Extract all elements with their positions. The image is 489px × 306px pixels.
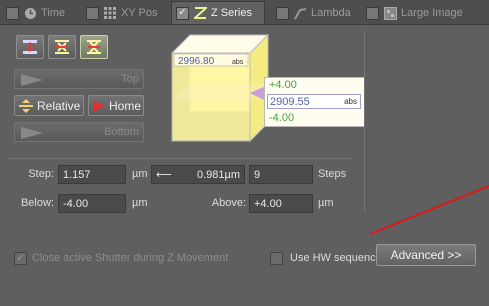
tab-xy-pos-label: XY Pos (121, 7, 158, 19)
relative-button-label: Relative (37, 98, 81, 113)
step-unit: µm (132, 168, 148, 180)
tab-lambda-checkbox[interactable] (276, 6, 289, 20)
step-input[interactable]: 1.157 (58, 165, 126, 184)
current-position-unit: abs (344, 97, 357, 106)
tab-z-series-label: Z Series (211, 7, 252, 19)
clock-icon (23, 6, 37, 20)
above-input[interactable]: +4.00 (249, 194, 313, 213)
hw-sequencer-label: Use HW sequencer (290, 252, 386, 264)
tab-lambda[interactable]: Lambda (272, 3, 356, 23)
below-label: Below: (20, 197, 54, 209)
set-top-label: Top (121, 73, 139, 85)
home-button-label: Home (109, 98, 142, 113)
tab-time[interactable]: Time (2, 3, 76, 23)
z-series-panel: Top Relative Home Bottom 2996.80 abs +4.… (0, 24, 489, 306)
step-label: Step: (28, 168, 54, 180)
computed-step: 0.981µm (196, 168, 240, 181)
home-button[interactable]: Home (88, 95, 144, 116)
tab-z-series-checkbox[interactable]: ✓ (176, 6, 189, 20)
tab-bar: Time XY Pos ✓ Z Series Lambda Large Imag… (0, 0, 489, 24)
relative-button[interactable]: Relative (14, 95, 84, 116)
current-position-box: 2909.55 abs (267, 94, 361, 109)
set-top-button[interactable]: Top (14, 69, 144, 89)
steps-input[interactable]: 9 (249, 165, 313, 184)
home-arrow-icon (93, 99, 105, 112)
close-shutter-checkbox[interactable]: ✓ (14, 252, 27, 265)
tab-large-image[interactable]: Large Image (362, 3, 480, 23)
mode-relative-button[interactable] (80, 35, 108, 59)
vertical-divider (364, 31, 365, 213)
arrow-left-icon: ⟵ (156, 169, 172, 181)
range-symmetric-icon (55, 40, 69, 54)
set-bottom-label: Bottom (104, 126, 139, 138)
close-shutter-label: Close active Shutter during Z Movement (32, 252, 229, 264)
tab-large-image-label: Large Image (401, 7, 463, 19)
tab-lambda-label: Lambda (311, 7, 351, 19)
computed-step-field: ⟵ 0.981µm (151, 165, 245, 184)
advanced-button[interactable]: Advanced >> (376, 244, 476, 266)
tab-xy-pos-checkbox[interactable] (86, 6, 99, 20)
steps-label: Steps (318, 168, 347, 180)
mode-top-bottom-button[interactable] (16, 35, 44, 59)
tab-time-label: Time (41, 7, 66, 19)
above-unit: µm (318, 197, 334, 209)
current-position: 2909.55 (270, 96, 310, 108)
hw-sequencer-checkbox[interactable] (270, 252, 283, 265)
z-range-readout: +4.00 2909.55 abs -4.00 (264, 77, 365, 127)
range-top-bottom-icon (23, 40, 37, 54)
set-bottom-button[interactable]: Bottom (14, 122, 144, 142)
large-image-icon (383, 6, 397, 20)
arrow-right-icon (21, 74, 43, 86)
position-readout: 2996.80 (178, 56, 215, 67)
z-stack-icon (193, 6, 207, 20)
below-unit: µm (132, 197, 148, 209)
range-upper: +4.00 (269, 79, 297, 91)
horizontal-divider (8, 158, 351, 159)
above-label: Above: (211, 197, 246, 209)
lambda-icon (293, 6, 307, 20)
grid-dots-icon (103, 6, 117, 20)
move-vertical-icon (19, 98, 33, 113)
tab-large-image-checkbox[interactable] (366, 6, 379, 20)
tab-xy-pos[interactable]: XY Pos (82, 3, 166, 23)
arrow-right-icon (21, 127, 43, 139)
tab-time-checkbox[interactable] (6, 6, 19, 20)
below-input[interactable]: -4.00 (58, 194, 126, 213)
position-readout-unit: abs (232, 59, 244, 66)
range-relative-icon (87, 40, 101, 54)
mode-symmetric-button[interactable] (48, 35, 76, 59)
tab-z-series[interactable]: ✓ Z Series (171, 1, 265, 24)
range-lower: -4.00 (269, 112, 295, 124)
